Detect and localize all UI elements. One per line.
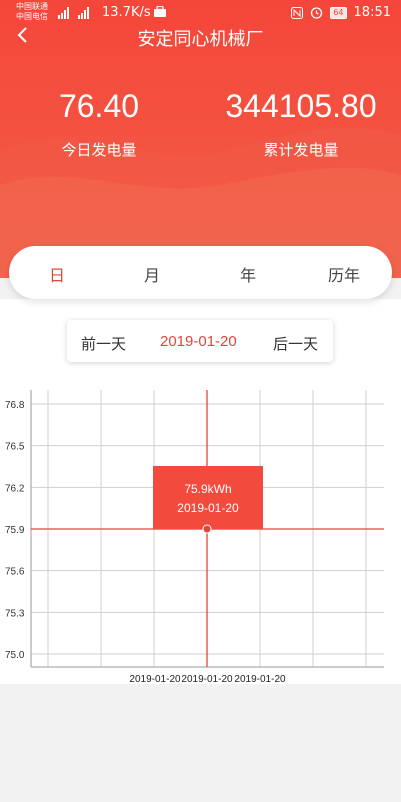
x-tick-label: 2019-01-20 [181, 674, 233, 684]
carrier-2: 中国电信 [16, 12, 48, 21]
tab-all-years[interactable]: 历年 [314, 262, 374, 286]
y-tick-label: 75.3 [5, 608, 25, 619]
next-day-button[interactable]: 后一天 [273, 333, 318, 354]
battery-indicator: 64 [330, 6, 347, 19]
today-generation-value: 76.40 [58, 88, 140, 124]
carrier-1: 中国联通 [16, 2, 48, 11]
data-point [202, 524, 212, 534]
total-generation: 344105.80 累计发电量 [212, 88, 390, 160]
tooltip-box [153, 466, 263, 529]
y-tick-label: 75.6 [5, 567, 25, 578]
prev-day-button[interactable]: 前一天 [81, 333, 126, 354]
current-date[interactable]: 2019-01-20 [160, 333, 237, 350]
today-generation: 76.40 今日发电量 [40, 88, 158, 160]
date-selector: 前一天 2019-01-20 后一天 [67, 320, 333, 362]
alarm-icon [311, 7, 323, 19]
total-generation-label: 累计发电量 [263, 141, 339, 159]
tooltip-date: 2019-01-20 [177, 501, 239, 515]
generation-chart: 76.876.576.275.975.675.375.02019-01-20 20… [5, 390, 384, 684]
total-generation-value: 344105.80 [225, 88, 377, 124]
nav-bar: 安定同心机械厂 [0, 22, 401, 52]
page-title: 安定同心机械厂 [137, 29, 264, 50]
carrier-labels: 中国联通 中国电信 [16, 2, 48, 22]
y-tick-label: 76.2 [5, 483, 25, 494]
y-tick-label: 75.0 [5, 650, 25, 661]
tab-month[interactable]: 月 [122, 262, 182, 286]
status-right: 64 18:51 [291, 5, 391, 20]
briefcase-icon [154, 6, 166, 17]
signal-icon [58, 7, 89, 19]
net-speed: 13.7K/s [102, 5, 151, 20]
clock: 18:51 [353, 5, 391, 20]
tooltip-value: 75.9kWh [184, 482, 231, 496]
x-tick-label: 2019-01-20 [234, 674, 286, 684]
y-tick-label: 75.9 [5, 525, 25, 536]
x-tick-label: 2019-01-20 [129, 674, 181, 684]
y-tick-label: 76.8 [5, 400, 25, 411]
y-tick-label: 76.5 [5, 442, 25, 453]
nfc-icon [291, 6, 304, 19]
period-tabs: 日 月 年 历年 [9, 246, 392, 299]
tab-day[interactable]: 日 [27, 262, 87, 286]
today-generation-label: 今日发电量 [61, 141, 137, 159]
tab-year[interactable]: 年 [218, 262, 278, 286]
